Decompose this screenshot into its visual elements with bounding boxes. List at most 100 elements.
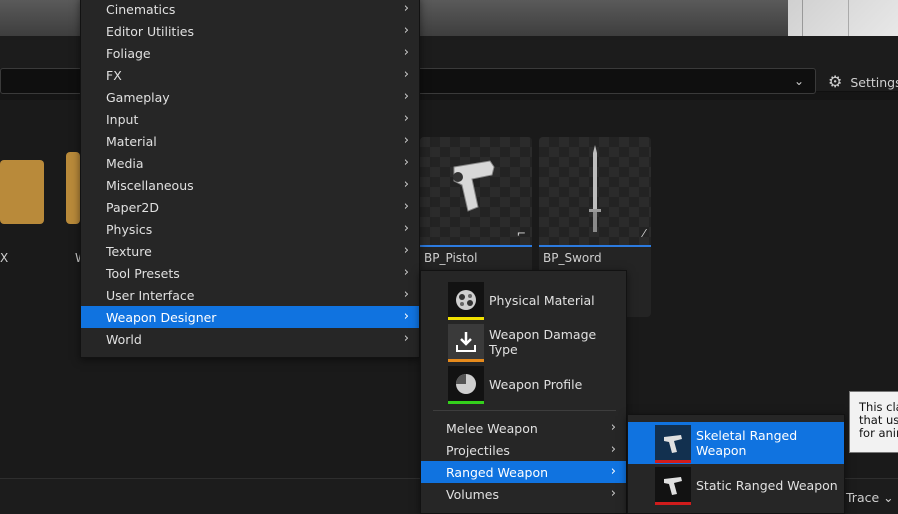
sword-icon xyxy=(589,145,601,232)
chevron-down-icon: ⌄ xyxy=(883,490,894,505)
pistol-type-icon: ⌐ xyxy=(516,227,526,240)
menu-item-material[interactable]: Material › xyxy=(81,130,419,152)
tooltip-line: for anir xyxy=(859,426,898,440)
chevron-right-icon: › xyxy=(610,420,616,435)
tooltip: This cla that us for anir xyxy=(849,391,898,453)
menu-item-cinematics[interactable]: Cinematics › xyxy=(81,0,419,20)
pistol-icon xyxy=(453,160,495,212)
menu-item-label: Projectiles xyxy=(446,442,510,458)
menu-item-physical-material[interactable]: Physical Material xyxy=(421,279,626,321)
sword-type-icon: ⁄ xyxy=(643,227,645,240)
skeletal-gun-icon xyxy=(655,425,691,461)
asset-type-stripe xyxy=(539,245,651,247)
menu-item-label: Input xyxy=(106,111,139,127)
menu-item-user-interface[interactable]: User Interface › xyxy=(81,284,419,306)
menu-item-weapon-designer[interactable]: Weapon Designer › xyxy=(81,306,419,328)
chevron-right-icon: › xyxy=(403,67,409,82)
chevron-right-icon: › xyxy=(403,177,409,192)
menu-item-label: FX xyxy=(106,67,122,83)
menu-item-melee-weapon[interactable]: Melee Weapon › xyxy=(421,417,626,439)
menu-item-label: Skeletal Ranged Weapon xyxy=(696,428,798,458)
chevron-right-icon: › xyxy=(403,199,409,214)
static-gun-icon xyxy=(655,467,691,503)
chevron-right-icon: › xyxy=(403,331,409,346)
menu-item-fx[interactable]: FX › xyxy=(81,64,419,86)
menu-item-label: Weapon Designer xyxy=(106,309,217,325)
chevron-right-icon: › xyxy=(403,89,409,104)
chevron-right-icon: › xyxy=(403,287,409,302)
menu-item-static-ranged-weapon[interactable]: Static Ranged Weapon xyxy=(628,464,844,506)
asset-thumbnail xyxy=(420,137,532,245)
menu-item-label: Static Ranged Weapon xyxy=(696,477,838,493)
menu-item-texture[interactable]: Texture › xyxy=(81,240,419,262)
menu-item-weapon-profile[interactable]: Weapon Profile xyxy=(421,363,626,405)
menu-item-label: Ranged Weapon xyxy=(446,464,549,480)
chevron-right-icon: › xyxy=(610,442,616,457)
asset-color-stripe xyxy=(655,502,691,505)
chevron-right-icon: › xyxy=(403,111,409,126)
menu-item-input[interactable]: Input › xyxy=(81,108,419,130)
menu-item-label: Texture xyxy=(106,243,152,259)
asset-type-stripe xyxy=(420,245,532,247)
menu-item-label: Physical Material xyxy=(489,292,595,308)
menu-item-physics[interactable]: Physics › xyxy=(81,218,419,240)
viewport-wall xyxy=(788,0,898,36)
menu-item-editor-utilities[interactable]: Editor Utilities › xyxy=(81,20,419,42)
weapon-designer-submenu: Physical Material Weapon Damage Type Wea… xyxy=(420,270,627,514)
menu-item-label: Foliage xyxy=(106,45,151,61)
menu-item-skeletal-ranged-weapon[interactable]: Skeletal Ranged Weapon xyxy=(628,422,844,464)
chevron-right-icon: › xyxy=(403,155,409,170)
menu-item-label: Physics xyxy=(106,221,153,237)
menu-item-label: Volumes xyxy=(446,486,500,502)
settings-label: Settings xyxy=(850,74,898,90)
chevron-right-icon: › xyxy=(610,486,616,501)
damage-type-icon xyxy=(448,324,484,360)
physical-material-icon xyxy=(448,282,484,318)
menu-item-media[interactable]: Media › xyxy=(81,152,419,174)
menu-item-paper2d[interactable]: Paper2D › xyxy=(81,196,419,218)
asset-color-stripe xyxy=(448,401,484,404)
chevron-right-icon: › xyxy=(403,45,409,60)
chevron-right-icon: › xyxy=(403,221,409,236)
asset-tile-partial[interactable] xyxy=(0,160,44,224)
menu-item-label: Media xyxy=(106,155,144,171)
asset-color-stripe xyxy=(448,359,484,362)
trace-dropdown[interactable]: Trace ⌄ xyxy=(846,490,894,505)
asset-tile-partial[interactable] xyxy=(66,152,80,224)
profile-pie-icon xyxy=(448,366,484,402)
chevron-down-icon[interactable]: ⌄ xyxy=(790,72,808,90)
menu-item-weapon-damage-type[interactable]: Weapon Damage Type xyxy=(421,321,626,363)
asset-category-menu: Cinematics › Editor Utilities › Foliage › F… xyxy=(80,0,420,358)
menu-item-world[interactable]: World › xyxy=(81,328,419,350)
asset-color-stripe xyxy=(448,317,484,320)
asset-color-stripe xyxy=(655,460,691,463)
menu-item-label: Editor Utilities xyxy=(106,23,195,39)
chevron-right-icon: › xyxy=(610,464,616,479)
menu-item-gameplay[interactable]: Gameplay › xyxy=(81,86,419,108)
settings-button[interactable]: ⚙ Settings xyxy=(828,71,898,93)
menu-item-ranged-weapon[interactable]: Ranged Weapon › xyxy=(421,461,626,483)
menu-item-label: Miscellaneous xyxy=(106,177,194,193)
gear-icon: ⚙ xyxy=(828,72,843,91)
menu-item-label: Material xyxy=(106,133,157,149)
chevron-right-icon: › xyxy=(403,1,409,16)
menu-item-label: World xyxy=(106,331,142,347)
chevron-right-icon: › xyxy=(403,243,409,258)
menu-item-miscellaneous[interactable]: Miscellaneous › xyxy=(81,174,419,196)
menu-item-projectiles[interactable]: Projectiles › xyxy=(421,439,626,461)
chevron-right-icon: › xyxy=(403,133,409,148)
menu-item-tool-presets[interactable]: Tool Presets › xyxy=(81,262,419,284)
menu-item-label: Weapon Damage Type xyxy=(489,327,597,357)
asset-name: BP_Sword xyxy=(543,251,602,265)
asset-thumbnail xyxy=(539,137,651,245)
menu-item-label: Tool Presets xyxy=(106,265,180,281)
asset-label-partial: X xyxy=(0,251,9,265)
trace-label: Trace xyxy=(846,490,880,505)
chevron-right-icon: › xyxy=(403,23,409,38)
menu-item-foliage[interactable]: Foliage › xyxy=(81,42,419,64)
menu-item-label: Weapon Profile xyxy=(489,376,583,392)
chevron-right-icon: › xyxy=(403,309,409,324)
menu-item-label: Paper2D xyxy=(106,199,159,215)
menu-item-label: Gameplay xyxy=(106,89,170,105)
menu-item-volumes[interactable]: Volumes › xyxy=(421,483,626,505)
